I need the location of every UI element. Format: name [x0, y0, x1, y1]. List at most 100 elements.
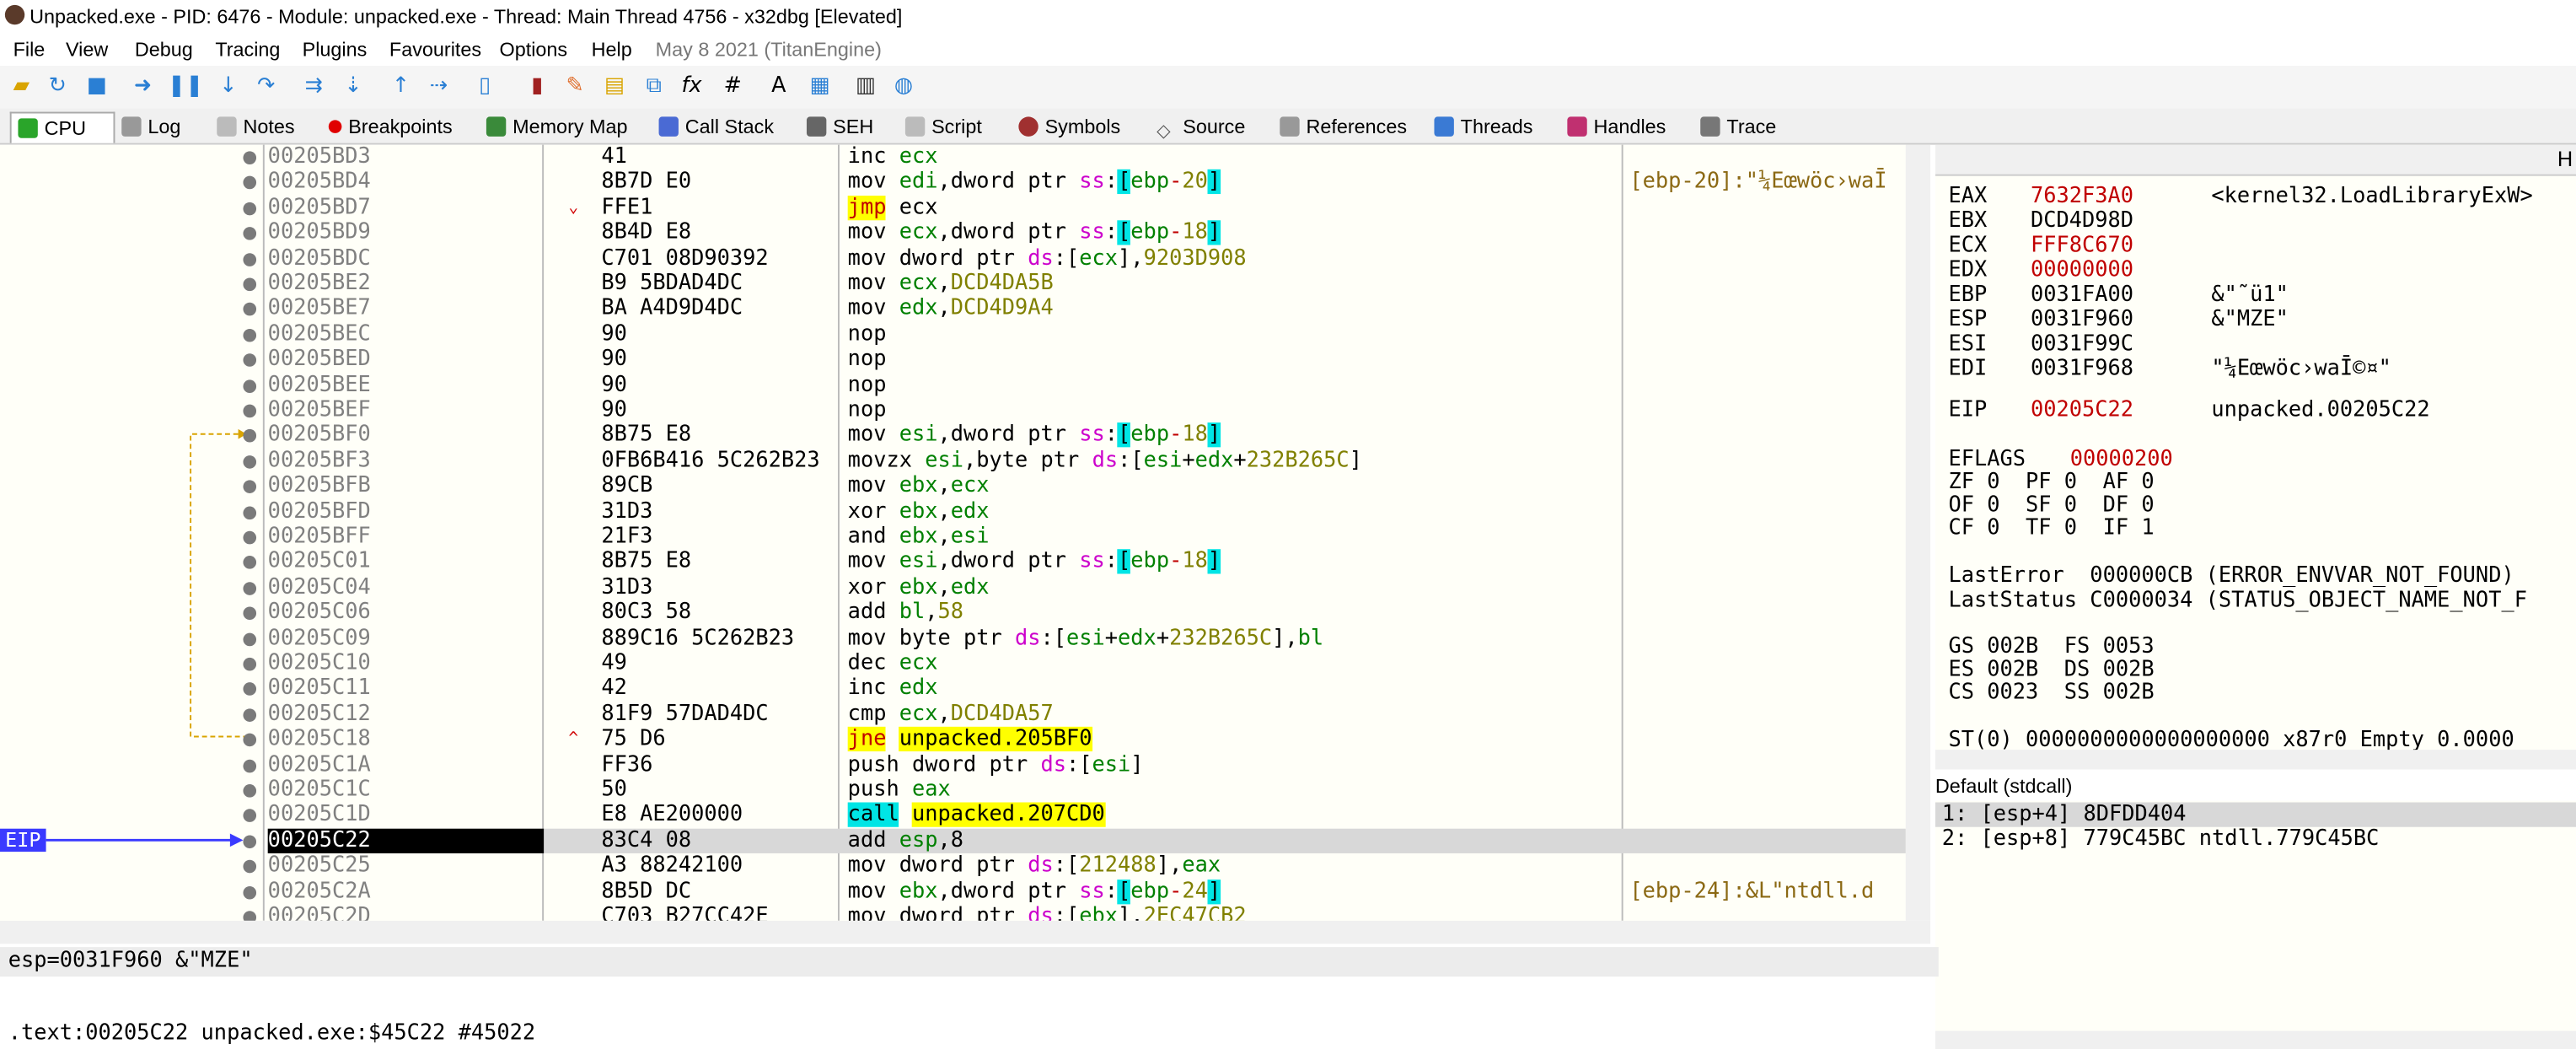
tab-call-stack[interactable]: Call Stack	[658, 112, 774, 142]
register-edi[interactable]: EDI 0031F968 "¼Eœwöc›waĪ©¤"	[1949, 357, 2391, 381]
menu-options[interactable]: Options	[499, 38, 567, 61]
menu-plugins[interactable]: Plugins	[303, 38, 368, 61]
menu-file[interactable]: File	[13, 38, 46, 61]
registers-hscrollbar[interactable]	[1935, 750, 2576, 770]
hash-icon[interactable]: #	[718, 73, 748, 102]
execute-till-return-icon[interactable]: ↑	[386, 73, 416, 102]
stop-icon[interactable]: ■	[82, 73, 111, 102]
disasm-row[interactable]: 00205BEE 90 nop	[0, 373, 1906, 398]
breakpoint-dot-icon[interactable]	[243, 682, 257, 697]
disasm-row[interactable]: 00205BFB 89CB mov ebx,ecx	[0, 474, 1906, 499]
disasm-row[interactable]: 00205BD4 8B7D E0 mov edi,dword ptr ss:[ebp…	[0, 169, 1906, 196]
disasm-row[interactable]: 00205BE2 B9 5BDAD4DC mov ecx,DCD4DA5B	[0, 272, 1906, 297]
restart-icon[interactable]: ↻	[43, 73, 72, 102]
breakpoint-dot-icon[interactable]	[243, 885, 257, 899]
breakpoint-dot-icon[interactable]	[243, 556, 257, 570]
arg-row[interactable]: 2: [esp+8] 779C45BC ntdll.779C45BC	[1942, 827, 2380, 852]
menu-help[interactable]: Help	[592, 38, 632, 61]
menu-tracing[interactable]: Tracing	[215, 38, 280, 61]
disasm-row[interactable]: 00205C1D E8 AE200000 call unpacked.207CD0	[0, 803, 1906, 828]
breakpoint-dot-icon[interactable]	[243, 530, 257, 545]
breakpoint-dot-icon[interactable]	[243, 353, 257, 368]
tab-symbols[interactable]: Symbols	[1018, 112, 1120, 142]
arguments-panel[interactable]: 1: [esp+4] 8DFDD404 2: [esp+8] 779C45BC …	[1935, 800, 2576, 1031]
scylla-icon[interactable]: ▯	[470, 73, 499, 102]
step-into-icon[interactable]: ↓	[213, 73, 243, 102]
font-icon[interactable]: A	[764, 73, 793, 102]
web-icon[interactable]: ◍	[888, 73, 918, 102]
register-edx[interactable]: EDX 00000000	[1949, 258, 2134, 282]
register-eflags[interactable]: EFLAGS 00000200	[1949, 447, 2173, 471]
breakpoint-dot-icon[interactable]	[243, 810, 257, 823]
calculator-icon[interactable]: ▥	[851, 73, 881, 102]
breakpoint-dot-icon[interactable]	[243, 733, 257, 747]
tab-cpu[interactable]: CPU	[9, 111, 115, 143]
patch-icon[interactable]: ▮	[523, 73, 552, 102]
comment-icon[interactable]: ✎	[561, 73, 590, 102]
disasm-row[interactable]: 00205BF3 0FB6B416 5C262B23 movzx esi,byte …	[0, 449, 1906, 474]
open-icon[interactable]: ▰	[7, 73, 36, 102]
run-to-user-code-icon[interactable]: ⇢	[424, 73, 453, 102]
breakpoint-dot-icon[interactable]	[243, 429, 257, 444]
disassembly-view[interactable]: 00205BD3 41 inc ecx 00205BD4 8B7D E0 mov edi,…	[0, 144, 1931, 921]
register-ebp[interactable]: EBP 0031FA00 &"˜ü1"	[1949, 282, 2289, 307]
breakpoint-dot-icon[interactable]	[243, 303, 257, 317]
breakpoint-dot-icon[interactable]	[243, 151, 257, 164]
breakpoint-dot-icon[interactable]	[243, 632, 257, 646]
disasm-row[interactable]: 00205C22 83C4 08 add esp,8	[0, 828, 1906, 853]
disasm-row[interactable]: 00205C09 889C16 5C262B23 mov byte ptr ds:[…	[0, 626, 1906, 651]
disasm-row[interactable]: 00205BEC 90 nop	[0, 322, 1906, 347]
breakpoint-dot-icon[interactable]	[243, 277, 257, 292]
arg-row[interactable]: 1: [esp+4] 8DFDD404	[1942, 803, 2187, 827]
registers-panel[interactable]: H EAX 7632F3A0 <kernel32.LoadLibraryExW> EB…	[1935, 144, 2576, 754]
breakpoint-dot-icon[interactable]	[243, 860, 257, 874]
tab-breakpoints[interactable]: Breakpoints	[328, 112, 453, 142]
tab-seh[interactable]: SEH	[806, 112, 873, 142]
disasm-row[interactable]: 00205C1A FF36 push dword ptr ds:[esi]	[0, 752, 1906, 777]
tab-trace[interactable]: Trace	[1700, 112, 1776, 142]
strings-icon[interactable]: ▦	[805, 73, 835, 102]
breakpoint-dot-icon[interactable]	[243, 784, 257, 798]
breakpoint-dot-icon[interactable]	[243, 202, 257, 216]
breakpoint-dot-icon[interactable]	[243, 328, 257, 342]
disasm-row[interactable]: 00205C11 42 inc edx	[0, 676, 1906, 702]
breakpoint-dot-icon[interactable]	[243, 176, 257, 190]
breakpoint-dot-icon[interactable]	[243, 581, 257, 595]
disasm-row[interactable]: 00205C06 80C3 58 add bl,58	[0, 600, 1906, 626]
tab-notes[interactable]: Notes	[217, 112, 295, 142]
arguments-hscrollbar[interactable]	[1935, 1030, 2576, 1049]
function-icon[interactable]: fx	[677, 73, 706, 102]
tab-memory-map[interactable]: Memory Map	[486, 112, 628, 142]
disasm-row[interactable]: 00205C2D C703 B27CC42E mov dword ptr ds:[e…	[0, 904, 1906, 921]
breakpoint-dot-icon[interactable]	[243, 707, 257, 722]
menu-debug[interactable]: Debug	[135, 38, 193, 61]
disasm-row[interactable]: 00205C04 31D3 xor ebx,edx	[0, 575, 1906, 600]
disasm-row[interactable]: 00205BD9 8B4D E8 mov ecx,dword ptr ss:[ebp…	[0, 220, 1906, 246]
register-ecx[interactable]: ECX FFF8C670	[1949, 234, 2134, 258]
breakpoint-dot-icon[interactable]	[243, 480, 257, 494]
disasm-row[interactable]: 00205C10 49 dec ecx	[0, 651, 1906, 676]
disasm-row[interactable]: 00205BFD 31D3 xor ebx,edx	[0, 499, 1906, 524]
menu-view[interactable]: View	[66, 38, 108, 61]
tab-log[interactable]: Log	[121, 112, 180, 142]
tab-threads[interactable]: Threads	[1434, 112, 1532, 142]
register-esp[interactable]: ESP 0031F960 &"MZE"	[1949, 308, 2289, 332]
breakpoint-dot-icon[interactable]	[243, 911, 257, 921]
tab-handles[interactable]: Handles	[1567, 112, 1666, 142]
disasm-row[interactable]: 00205BED 90 nop	[0, 347, 1906, 373]
register-esi[interactable]: ESI 0031F99C	[1949, 332, 2134, 357]
breakpoint-dot-icon[interactable]	[243, 455, 257, 469]
tab-script[interactable]: Script	[904, 112, 982, 142]
trace-into-icon[interactable]: ⇉	[299, 73, 329, 102]
tab-source[interactable]: ◇ Source	[1157, 112, 1245, 141]
disasm-row[interactable]: 00205BF0 8B75 E8 mov esi,dword ptr ss:[ebp…	[0, 422, 1906, 449]
bookmark-icon[interactable]: ⧉	[639, 73, 668, 102]
disasm-row[interactable]: 00205BD3 41 inc ecx	[0, 145, 1906, 170]
disasm-row[interactable]: 00205C2A 8B5D DC mov ebx,dword ptr ss:[ebp…	[0, 879, 1906, 904]
disasm-row[interactable]: 00205BEF 90 nop	[0, 398, 1906, 423]
trace-over-icon[interactable]: ⇣	[338, 73, 368, 102]
disasm-row[interactable]: 00205C12 81F9 57DAD4DC cmp ecx,DCD4DA57	[0, 702, 1906, 727]
disasm-row[interactable]: 00205BFF 21F3 and ebx,esi	[0, 524, 1906, 550]
disasm-row[interactable]: 00205C1C 50 push eax	[0, 777, 1906, 803]
run-icon[interactable]: ➜	[128, 73, 158, 102]
